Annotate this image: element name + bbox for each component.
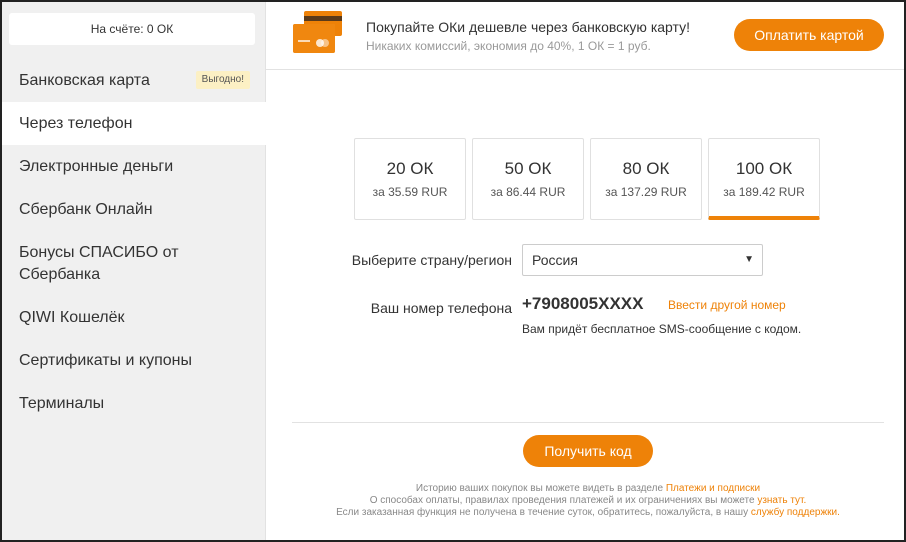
sidebar-item-spasibo-bonuses[interactable]: Бонусы СПАСИБО от Сбербанка	[2, 231, 202, 296]
country-select[interactable]: Россия ▼	[522, 244, 763, 276]
divider	[292, 422, 884, 423]
package-option[interactable]: 50 ОК за 86.44 RUR	[472, 138, 584, 220]
package-price: за 86.44 RUR	[490, 185, 566, 199]
sidebar-item-label: Терминалы	[19, 395, 105, 412]
country-value: Россия	[532, 252, 578, 268]
sidebar-item-label: Через телефон	[19, 115, 133, 132]
footer-line: О способах оплаты, правилах проведения п…	[292, 495, 884, 507]
package-option-selected[interactable]: 100 ОК за 189.42 RUR	[708, 138, 820, 220]
dropdown-arrow-icon: ▼	[744, 254, 754, 265]
sidebar-item-label: Сертификаты и купоны	[19, 352, 192, 369]
package-amount: 80 ОК	[622, 159, 670, 178]
package-option[interactable]: 80 ОК за 137.29 RUR	[590, 138, 702, 220]
promo-badge: Выгодно!	[195, 71, 250, 89]
footer-text: О способах оплаты, правилах проведения п…	[369, 495, 755, 506]
footer-line: Если заказанная функция не получена в те…	[292, 507, 884, 519]
package-price: за 35.59 RUR	[372, 185, 448, 199]
sidebar-item-label: QIWI Кошелёк	[19, 309, 125, 326]
banner-title: Покупайте ОКи дешевле через банковскую к…	[366, 19, 690, 35]
sidebar-item-certificates[interactable]: Сертификаты и купоны	[2, 339, 266, 382]
package-price: за 137.29 RUR	[605, 185, 687, 199]
footer-line: Историю ваших покупок вы можете видеть в…	[292, 483, 884, 495]
sidebar-item-label: Сбербанк Онлайн	[19, 201, 153, 218]
sidebar-item-sberbank-online[interactable]: Сбербанк Онлайн	[2, 188, 266, 231]
change-number-link[interactable]: Ввести другой номер	[668, 298, 786, 312]
sidebar-item-bank-card[interactable]: Банковская карта Выгодно!	[2, 59, 266, 102]
support-link[interactable]: службу поддержки.	[751, 507, 840, 518]
card-promo-banner: Покупайте ОКи дешевле через банковскую к…	[266, 2, 904, 70]
country-label: Выберите страну/регион	[351, 252, 512, 268]
sidebar: На счёте: 0 ОК Банковская карта Выгодно!…	[2, 2, 266, 540]
ok-packages: 20 ОК за 35.59 RUR 50 ОК за 86.44 RUR 80…	[354, 138, 824, 220]
phone-label: Ваш номер телефона	[370, 300, 512, 316]
footer-text: Если заказанная функция не получена в те…	[336, 507, 749, 518]
learn-more-link[interactable]: узнать тут.	[757, 495, 806, 506]
footer-info: Историю ваших покупок вы можете видеть в…	[292, 483, 884, 519]
sms-note: Вам придёт бесплатное SMS-сообщение с ко…	[522, 322, 802, 336]
sidebar-item-e-money[interactable]: Электронные деньги	[2, 145, 266, 188]
footer-text: Историю ваших покупок вы можете видеть в…	[415, 483, 664, 494]
sidebar-item-label: Электронные деньги	[19, 158, 174, 175]
package-amount: 50 ОК	[504, 159, 552, 178]
package-price: за 189.42 RUR	[723, 185, 805, 199]
banner-subtitle: Никаких комиссий, экономия до 40%, 1 ОК …	[366, 39, 651, 53]
pay-by-card-button[interactable]: Оплатить картой	[734, 19, 884, 51]
sidebar-item-label: Банковская карта	[19, 72, 150, 89]
package-amount: 100 ОК	[735, 159, 793, 178]
package-amount: 20 ОК	[386, 159, 434, 178]
balance-display: На счёте: 0 ОК	[9, 13, 255, 45]
credit-card-icon	[290, 10, 346, 56]
payment-window: На счёте: 0 ОК Банковская карта Выгодно!…	[0, 0, 906, 542]
phone-number: +7908005XXXX	[522, 294, 644, 313]
sidebar-item-terminals[interactable]: Терминалы	[2, 382, 266, 425]
payments-subscriptions-link[interactable]: Платежи и подписки	[666, 483, 760, 494]
payment-methods-menu: Банковская карта Выгодно! Через телефон …	[2, 59, 266, 425]
sidebar-item-qiwi[interactable]: QIWI Кошелёк	[2, 296, 266, 339]
get-code-button[interactable]: Получить код	[523, 435, 653, 467]
sidebar-item-label: Бонусы СПАСИБО от Сбербанка	[19, 244, 179, 283]
sidebar-item-phone[interactable]: Через телефон	[2, 102, 266, 145]
package-option[interactable]: 20 ОК за 35.59 RUR	[354, 138, 466, 220]
